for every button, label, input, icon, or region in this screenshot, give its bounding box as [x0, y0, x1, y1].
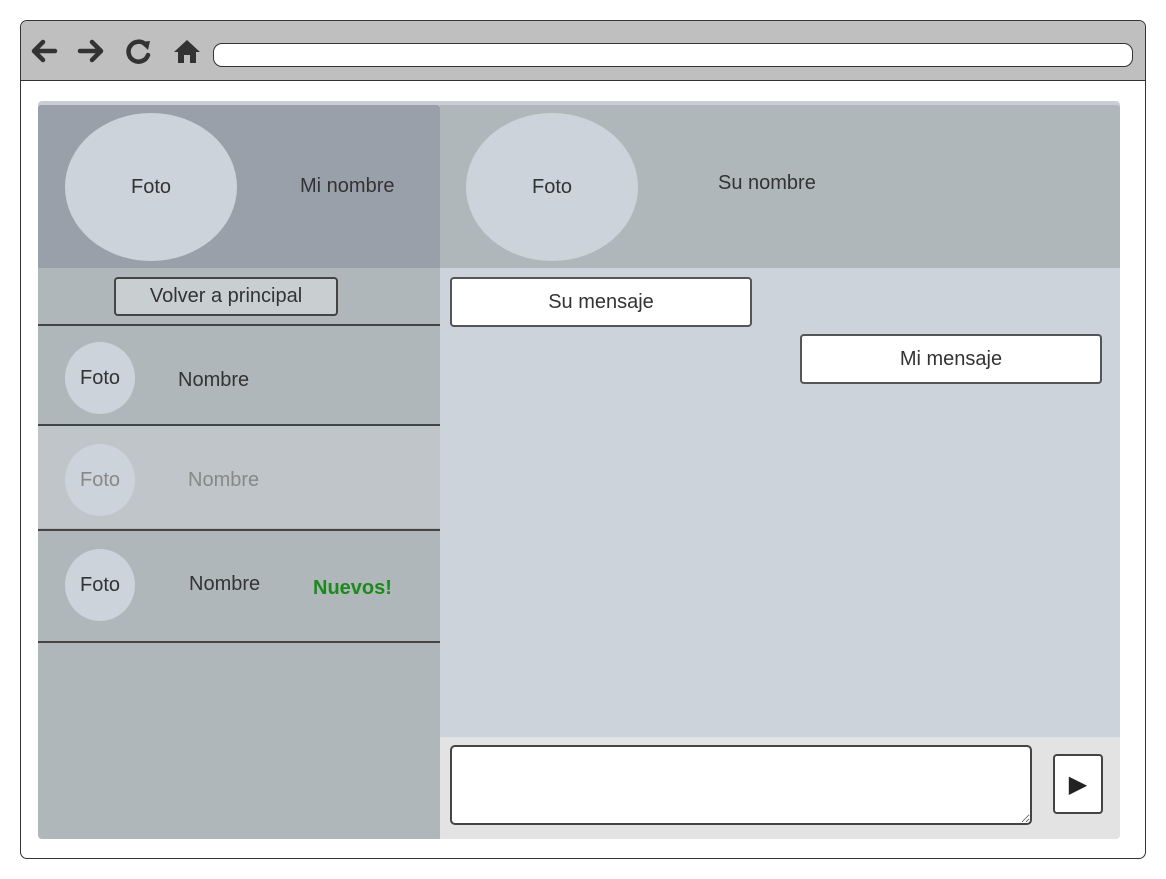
contact-item[interactable]: Foto Nombre — [38, 326, 440, 424]
url-bar[interactable] — [213, 43, 1133, 67]
my-avatar: Foto — [65, 113, 237, 261]
partner-avatar: Foto — [466, 113, 638, 261]
chat-partner-header: Foto Su nombre — [440, 105, 1120, 268]
contact-avatar-label: Foto — [79, 366, 121, 389]
contacts-sidebar: Volver a principal Foto Nombre Foto Nomb… — [38, 268, 440, 839]
browser-toolbar — [21, 21, 1145, 81]
send-icon: ▶ — [1068, 770, 1088, 798]
sent-message-text: Mi mensaje — [899, 347, 1003, 370]
received-message-bubble: Su mensaje — [450, 277, 752, 327]
my-name: Mi nombre — [300, 175, 395, 197]
message-input[interactable] — [450, 745, 1032, 825]
contact-avatar: Foto — [65, 342, 135, 414]
messages-area: Su mensaje Mi mensaje — [440, 268, 1120, 737]
divider — [38, 641, 440, 643]
back-to-main-button[interactable]: Volver a principal — [114, 277, 338, 316]
chat-app: Foto Mi nombre Foto Su nombre Volver a p… — [38, 101, 1120, 839]
partner-avatar-label: Foto — [531, 175, 573, 198]
message-composer: ▶ — [440, 737, 1120, 839]
received-message-text: Su mensaje — [548, 290, 654, 313]
forward-arrow-icon[interactable] — [76, 37, 108, 65]
contact-avatar-label: Foto — [79, 573, 121, 596]
contact-avatar: Foto — [65, 549, 135, 621]
reload-icon[interactable] — [123, 37, 155, 65]
contact-name: Nombre — [178, 369, 250, 391]
contact-name: Nombre — [188, 469, 260, 491]
my-profile-header: Foto Mi nombre — [38, 105, 440, 268]
contact-avatar-label: Foto — [79, 468, 121, 491]
partner-name: Su nombre — [718, 172, 816, 194]
contact-avatar: Foto — [65, 444, 135, 516]
sent-message-bubble: Mi mensaje — [800, 334, 1102, 384]
new-messages-badge: Nuevos! — [313, 577, 392, 599]
my-avatar-label: Foto — [130, 175, 172, 198]
contact-name: Nombre — [189, 573, 261, 595]
contact-item[interactable]: Foto Nombre Nuevos! — [38, 531, 440, 641]
browser-window: Foto Mi nombre Foto Su nombre Volver a p… — [20, 20, 1146, 859]
contact-item[interactable]: Foto Nombre — [38, 426, 440, 528]
back-arrow-icon[interactable] — [27, 37, 59, 65]
home-icon[interactable] — [171, 37, 203, 65]
send-button[interactable]: ▶ — [1053, 754, 1103, 814]
